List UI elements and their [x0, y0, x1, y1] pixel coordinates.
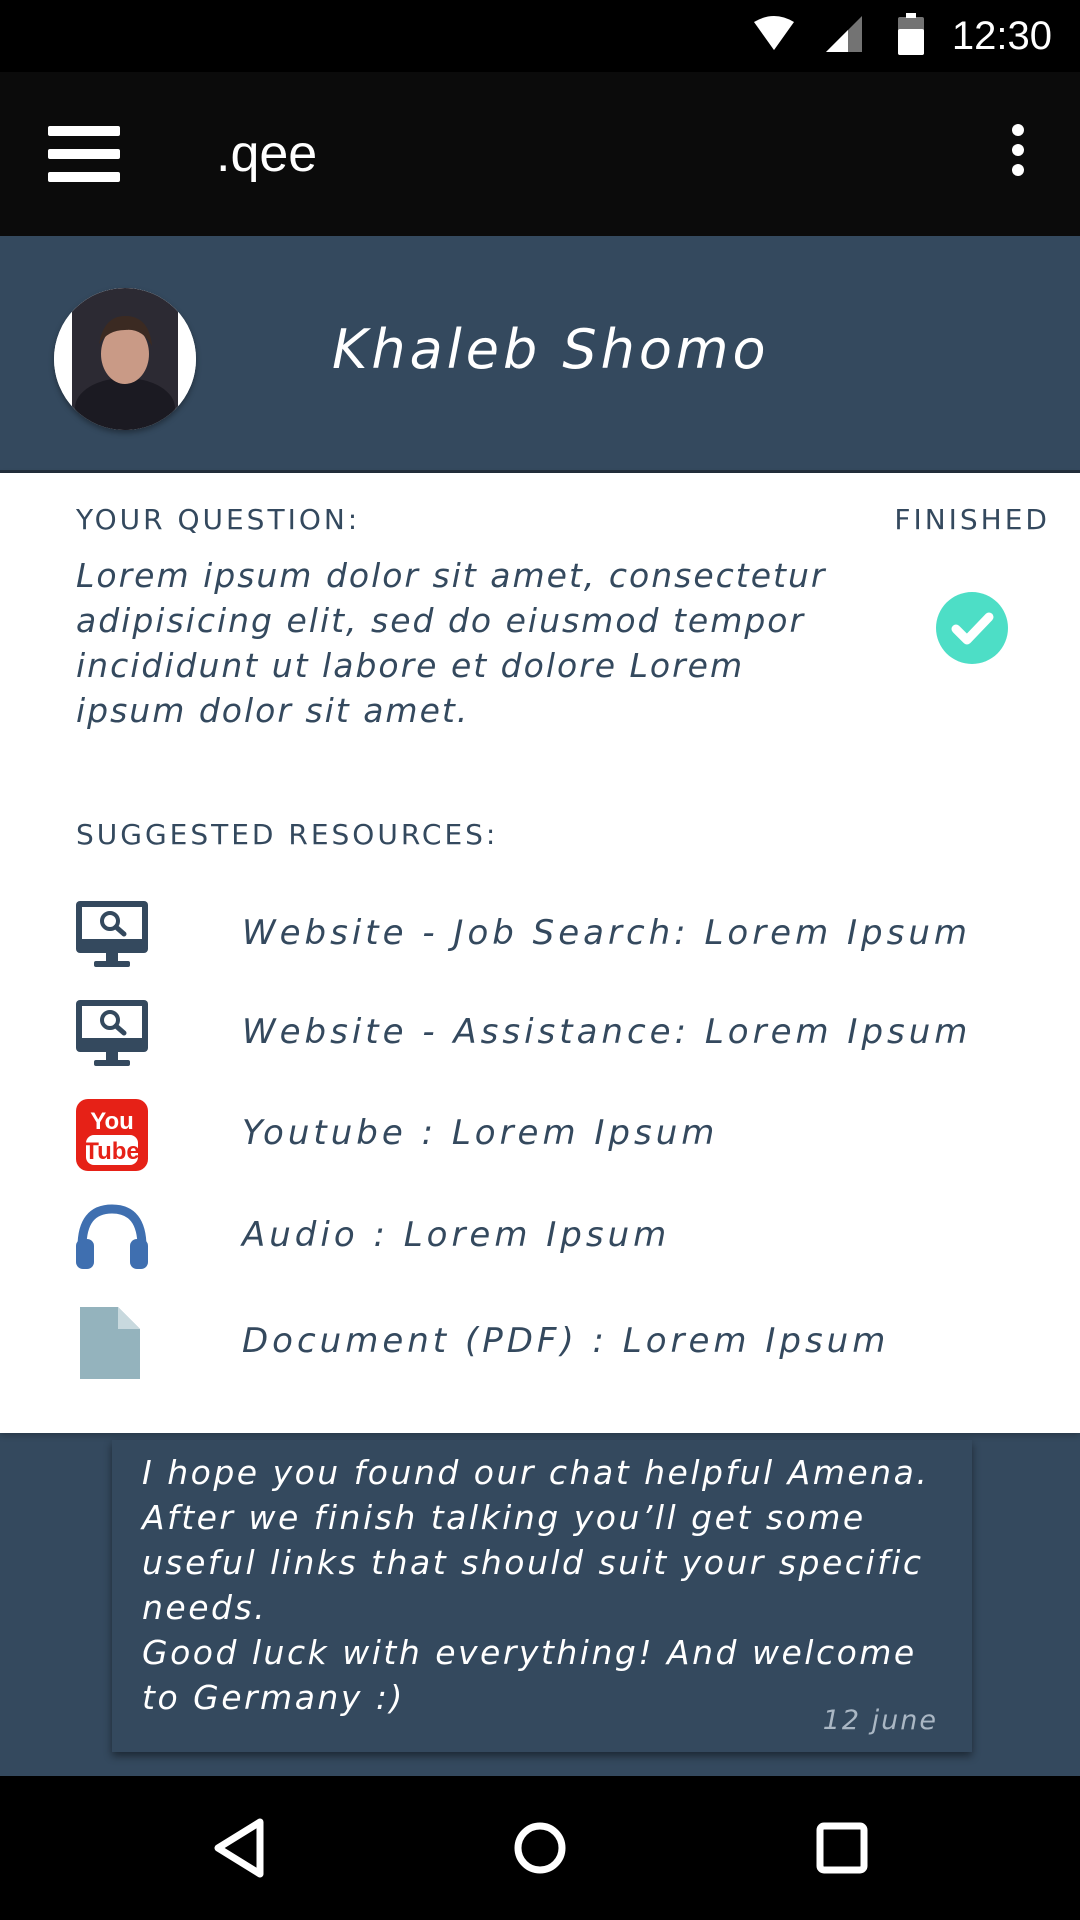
resource-item-job-search[interactable]: Website - Job Search: Lorem Ipsum — [0, 893, 1080, 973]
resource-label: Audio : Lorem Ipsum — [242, 1215, 671, 1255]
headphones-icon — [74, 1201, 150, 1273]
youtube-icon: You Tube — [74, 1099, 150, 1171]
resource-label: Website - Assistance: Lorem Ipsum — [242, 1012, 972, 1052]
document-icon — [74, 1307, 150, 1379]
battery-icon — [897, 13, 924, 59]
resource-item-audio[interactable]: Audio : Lorem Ipsum — [0, 1195, 1080, 1275]
clock: 12:30 — [951, 13, 1052, 58]
status-bar: 12:30 — [0, 0, 1080, 72]
resources-label: SUGGESTED RESOURCES: — [76, 818, 499, 851]
question-card: YOUR QUESTION: FINISHED Lorem ipsum dolo… — [0, 473, 1080, 1433]
wifi-icon — [753, 16, 794, 56]
resource-item-youtube[interactable]: You Tube Youtube : Lorem Ipsum — [0, 1093, 1080, 1173]
profile-name: Khaleb Shomo — [332, 318, 770, 381]
check-icon — [936, 592, 1008, 664]
question-text: Lorem ipsum dolor sit amet, consectetur … — [76, 556, 827, 730]
navigation-bar — [0, 1776, 1080, 1920]
profile-header: Khaleb Shomo — [0, 236, 1080, 473]
message-date: 12 june — [822, 1705, 938, 1736]
question-label: YOUR QUESTION: — [76, 503, 361, 536]
back-icon[interactable] — [204, 1812, 276, 1884]
status-icons: 12:30 — [753, 0, 1052, 72]
resource-label: Website - Job Search: Lorem Ipsum — [242, 913, 972, 953]
hamburger-menu-icon[interactable] — [48, 126, 120, 182]
recents-icon[interactable] — [806, 1812, 878, 1884]
message-text: I hope you found our chat helpful Amena.… — [142, 1453, 930, 1717]
app-bar: .qee — [0, 72, 1080, 236]
more-vert-icon[interactable] — [1000, 124, 1036, 184]
resource-label: Document (PDF) : Lorem Ipsum — [242, 1321, 890, 1361]
cell-signal-icon — [825, 16, 862, 56]
svg-text:Tube: Tube — [84, 1138, 140, 1165]
avatar[interactable] — [54, 288, 196, 430]
home-icon[interactable] — [504, 1812, 576, 1884]
status-label: FINISHED — [894, 503, 1050, 536]
app-title: .qee — [216, 125, 318, 183]
resource-item-assistance[interactable]: Website - Assistance: Lorem Ipsum — [0, 992, 1080, 1072]
website-search-icon — [74, 899, 150, 971]
chat-message: I hope you found our chat helpful Amena.… — [112, 1440, 972, 1752]
resource-label: Youtube : Lorem Ipsum — [242, 1113, 719, 1153]
svg-text:You: You — [90, 1108, 134, 1135]
resource-item-document[interactable]: Document (PDF) : Lorem Ipsum — [0, 1301, 1080, 1381]
website-search-icon — [74, 998, 150, 1070]
